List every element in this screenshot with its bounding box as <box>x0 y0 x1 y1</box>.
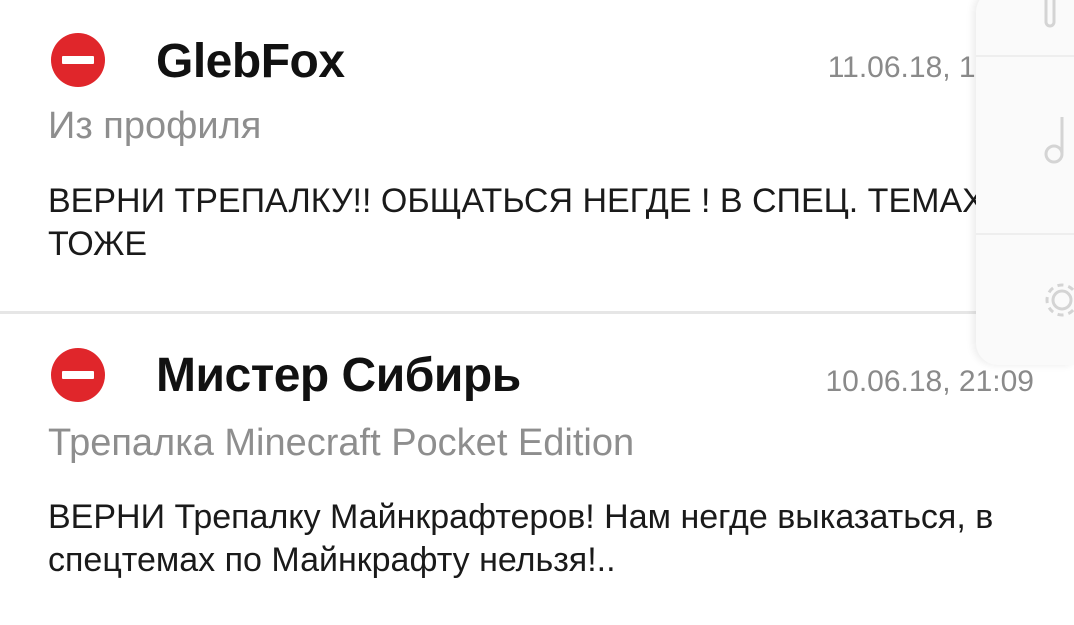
blocked-icon <box>50 347 106 403</box>
side-panel[interactable] <box>976 0 1074 365</box>
message-text: ВЕРНИ ТРЕПАЛКУ!! ОБЩАТЬСЯ НЕГДЕ ! В СПЕЦ… <box>48 182 1006 263</box>
message-text: ВЕРНИ Трепалку Майнкрафтеров! Нам негде … <box>48 498 994 579</box>
message-source: Из профиля <box>48 105 262 147</box>
message-timestamp: 10.06.18, 21:09 <box>825 365 1034 398</box>
panel-separator <box>976 233 1074 235</box>
music-note-icon[interactable] <box>1042 115 1074 165</box>
gear-icon[interactable] <box>1042 280 1074 320</box>
message-item[interactable]: GlebFox 11.06.18, 17:06 Из профиля ВЕРНИ… <box>0 0 1074 312</box>
message-source: Трепалка Minecraft Pocket Edition <box>48 422 635 464</box>
menu-handle-icon[interactable] <box>1042 0 1062 30</box>
message-author[interactable]: GlebFox <box>156 38 345 86</box>
blocked-icon <box>50 32 106 88</box>
messages-screen: GlebFox 11.06.18, 17:06 Из профиля ВЕРНИ… <box>0 0 1074 625</box>
message-item[interactable]: Мистер Сибирь 10.06.18, 21:09 Трепалка M… <box>0 314 1074 625</box>
panel-separator <box>976 55 1074 57</box>
message-author[interactable]: Мистер Сибирь <box>156 352 521 400</box>
